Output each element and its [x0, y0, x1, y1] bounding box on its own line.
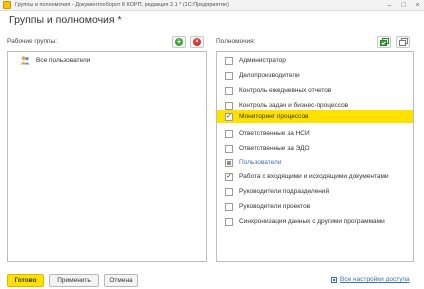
- permission-label: Работа с входящими и исходящими документ…: [239, 173, 389, 180]
- uncheck-all-button[interactable]: [396, 36, 410, 48]
- permission-label: Контроль ежедневных отчетов: [239, 87, 332, 94]
- form-title: Группы и полномочия *: [9, 14, 122, 26]
- apply-button[interactable]: Применить: [49, 274, 99, 287]
- permission-row[interactable]: Руководители проектов: [217, 200, 413, 213]
- users-group-icon: [20, 56, 30, 65]
- remove-group-button[interactable]: ×: [190, 36, 204, 48]
- permission-checkbox[interactable]: [225, 71, 233, 80]
- maximize-icon[interactable]: □: [399, 0, 408, 11]
- permission-checkbox[interactable]: [225, 86, 233, 95]
- permission-label: Делопроизводители: [239, 72, 300, 79]
- app-logo-icon: [3, 1, 11, 9]
- check-all-icon: [379, 38, 389, 46]
- permissions-list[interactable]: Администратор Делопроизводители Контроль…: [216, 51, 414, 262]
- permission-label: Руководители проектов: [239, 203, 311, 210]
- permission-checkbox[interactable]: [225, 202, 233, 211]
- uncheck-all-icon: [398, 38, 408, 46]
- permission-label: Контроль задач и бизнес-процессов: [239, 102, 349, 109]
- window-titlebar: Группы и полномочия - Документооборот 8 …: [0, 0, 424, 11]
- permission-row[interactable]: Ответственные за НСИ: [217, 127, 413, 140]
- permission-label: Ответственные за НСИ: [239, 130, 310, 137]
- permission-checkbox[interactable]: ✓: [225, 112, 233, 121]
- window-title: Группы и полномочия - Документооборот 8 …: [15, 2, 229, 8]
- minimize-icon[interactable]: –: [385, 0, 394, 11]
- access-settings-link[interactable]: Все настройки доступа: [331, 276, 410, 283]
- permission-row[interactable]: Контроль ежедневных отчетов: [217, 84, 413, 97]
- plus-icon: +: [175, 37, 183, 46]
- permission-label: Синхронизация данных с другими программа…: [239, 218, 385, 225]
- permission-checkbox[interactable]: [225, 217, 233, 226]
- permission-row[interactable]: Ответственные за ЭДО: [217, 142, 413, 155]
- check-all-button[interactable]: [377, 36, 391, 48]
- permission-label: Мониторинг процессов: [239, 113, 309, 120]
- permission-row[interactable]: Администратор: [217, 54, 413, 67]
- permission-checkbox[interactable]: ✓: [225, 172, 233, 181]
- done-button[interactable]: Готово: [7, 274, 44, 287]
- permission-checkbox-partial[interactable]: [225, 158, 233, 167]
- permission-label: Администратор: [239, 57, 286, 64]
- permission-row-selected[interactable]: ✓ Мониторинг процессов: [217, 110, 413, 123]
- permission-checkbox[interactable]: [225, 56, 233, 65]
- permission-label: Руководители подразделений: [239, 188, 330, 195]
- permission-row[interactable]: ✓ Работа с входящими и исходящими докуме…: [217, 170, 413, 183]
- permission-row[interactable]: Делопроизводители: [217, 69, 413, 82]
- access-settings-label[interactable]: Все настройки доступа: [340, 276, 410, 283]
- permission-label: Ответственные за ЭДО: [239, 145, 310, 152]
- permission-checkbox[interactable]: [225, 187, 233, 196]
- settings-link-icon: [331, 276, 337, 283]
- add-group-button[interactable]: +: [172, 36, 186, 48]
- group-row[interactable]: Все пользователи: [20, 56, 90, 65]
- permission-row[interactable]: Руководители подразделений: [217, 185, 413, 198]
- work-groups-list[interactable]: Все пользователи: [7, 51, 207, 262]
- group-label: Все пользователи: [36, 57, 91, 64]
- window-controls: – □ ×: [385, 0, 422, 11]
- work-groups-label: Рабочие группы:: [7, 38, 58, 45]
- permission-checkbox[interactable]: [225, 129, 233, 138]
- close-icon[interactable]: ×: [413, 0, 422, 11]
- permission-row[interactable]: Пользователи: [217, 156, 413, 169]
- cancel-button[interactable]: Отмена: [104, 274, 138, 287]
- permission-checkbox[interactable]: [225, 144, 233, 153]
- permission-label[interactable]: Пользователи: [239, 159, 281, 166]
- permission-checkbox[interactable]: [225, 101, 233, 110]
- remove-icon: ×: [193, 38, 201, 46]
- permissions-label: Полномочия:: [216, 38, 256, 45]
- permission-row[interactable]: Синхронизация данных с другими программа…: [217, 215, 413, 228]
